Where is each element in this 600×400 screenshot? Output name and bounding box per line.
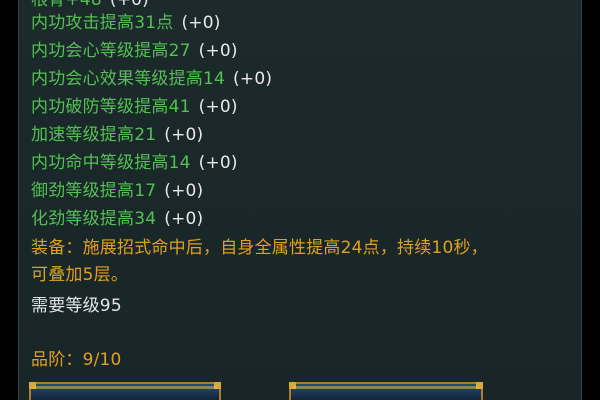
item-slot-frame-left[interactable] — [29, 382, 221, 400]
stat-text: 内功会心等级提高27 — [31, 41, 191, 61]
stat-text: 化劲等级提高34 — [31, 209, 157, 229]
stat-text: 内功命中等级提高14 — [31, 153, 191, 173]
stat-bonus: (+0) — [164, 181, 204, 201]
stat-bonus: (+0) — [164, 209, 204, 229]
item-quality: 品阶：9/10 — [31, 350, 122, 370]
stat-line: 内功会心效果等级提高14 (+0) — [31, 69, 272, 89]
frame-corner-ornament — [214, 382, 221, 389]
stat-line: 御劲等级提高17 (+0) — [31, 181, 203, 201]
stat-line: 化劲等级提高34 (+0) — [31, 209, 203, 229]
stat-bonus: (+0) — [181, 13, 221, 33]
stat-text: 内功破防等级提高41 — [31, 97, 191, 117]
item-slot-frame-right[interactable] — [289, 382, 483, 400]
stat-bonus: (+0) — [164, 125, 204, 145]
stat-line-top-partial: 根骨+48 (+0) — [31, 0, 149, 10]
stat-line: 内功攻击提高31点 (+0) — [31, 13, 221, 33]
stat-text: 根骨+48 — [31, 0, 102, 10]
frame-corner-ornament — [289, 382, 296, 389]
stat-line: 内功破防等级提高41 (+0) — [31, 97, 238, 117]
stat-text: 加速等级提高21 — [31, 125, 157, 145]
equip-effect-line: 装备：施展招式命中后，自身全属性提高24点，持续10秒， — [31, 238, 488, 258]
required-level: 需要等级95 — [31, 296, 122, 316]
frame-corner-ornament — [476, 382, 483, 389]
stat-line: 内功命中等级提高14 (+0) — [31, 153, 238, 173]
stat-bonus: (+0) — [233, 69, 273, 89]
stat-bonus: (+0) — [198, 153, 238, 173]
stat-text: 内功攻击提高31点 — [31, 13, 174, 33]
stat-line: 内功会心等级提高27 (+0) — [31, 41, 238, 61]
item-tooltip: 根骨+48 (+0) 内功攻击提高31点 (+0) 内功会心等级提高27 (+0) 内… — [18, 0, 582, 400]
stat-bonus: (+0) — [198, 41, 238, 61]
stat-line: 加速等级提高21 (+0) — [31, 125, 203, 145]
game-screen: 根骨+48 (+0) 内功攻击提高31点 (+0) 内功会心等级提高27 (+0) 内… — [0, 0, 600, 400]
frame-corner-ornament — [29, 382, 36, 389]
stat-text: 御劲等级提高17 — [31, 181, 157, 201]
stat-bonus: (+0) — [198, 97, 238, 117]
stat-bonus: (+0) — [109, 0, 150, 10]
equip-effect-line: 可叠加5层。 — [31, 265, 129, 285]
stat-text: 内功会心效果等级提高14 — [31, 69, 226, 89]
